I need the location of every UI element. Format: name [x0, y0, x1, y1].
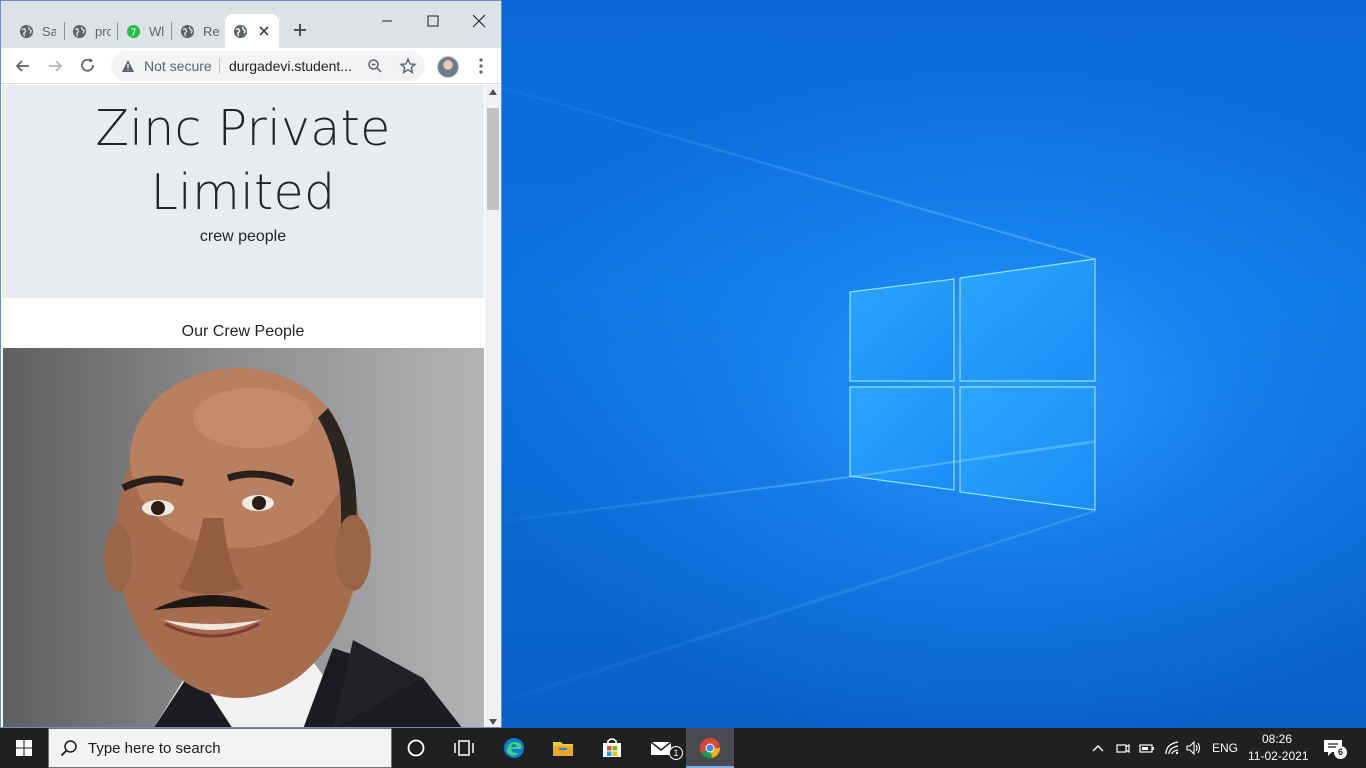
show-hidden-icons-icon[interactable] — [1090, 740, 1106, 756]
task-view-icon — [454, 740, 474, 756]
language-indicator[interactable]: ENG — [1212, 741, 1238, 755]
tab-1[interactable]: Sa — [4, 14, 56, 48]
clock-time[interactable]: 08:26 — [1262, 732, 1292, 746]
battery-icon[interactable] — [1139, 740, 1155, 756]
back-icon[interactable] — [13, 56, 33, 76]
tab-3[interactable]: 7 Wl — [111, 14, 167, 48]
minimize-icon[interactable] — [377, 11, 397, 31]
warning-icon[interactable] — [121, 59, 135, 73]
divider — [219, 58, 220, 74]
close-tab-icon[interactable] — [256, 23, 272, 39]
vertical-scrollbar[interactable] — [485, 85, 501, 727]
tab-strip: Sa pro 7 Wl Re — [1, 1, 501, 48]
zoom-icon[interactable] — [367, 58, 383, 74]
taskbar-search-box[interactable]: Type here to search — [48, 728, 392, 768]
profile-avatar[interactable] — [437, 56, 459, 78]
tab-title: Sa — [42, 23, 56, 39]
crew-member-photo — [3, 348, 484, 727]
task-view-button[interactable] — [440, 728, 488, 768]
windows-start-icon[interactable] — [0, 728, 48, 768]
tab-2[interactable]: pro — [57, 14, 111, 48]
new-tab-icon[interactable] — [292, 22, 308, 38]
cortana-icon — [407, 739, 425, 757]
meet-now-icon[interactable] — [1115, 740, 1131, 756]
bookmark-star-icon[interactable] — [399, 57, 417, 75]
file-explorer-button[interactable] — [539, 728, 587, 768]
url-text[interactable]: durgadevi.student... — [229, 58, 353, 74]
windows-taskbar: Type here to search 1 ENG 08:26 11-02-20… — [0, 728, 1366, 768]
mail-unread-badge: 1 — [669, 746, 683, 760]
chrome-window: Sa pro 7 Wl Re Not se — [0, 0, 502, 728]
wifi-icon[interactable] — [1164, 740, 1180, 756]
search-icon — [60, 740, 77, 757]
address-bar[interactable]: Not secure durgadevi.student... — [111, 51, 425, 81]
portrait-illustration — [104, 368, 462, 727]
close-window-icon[interactable] — [469, 11, 489, 31]
section-heading: Our Crew People — [181, 323, 305, 340]
maximize-icon[interactable] — [423, 11, 443, 31]
edge-button[interactable] — [490, 728, 538, 768]
tab-title: pro — [95, 23, 111, 39]
chrome-icon — [700, 738, 720, 759]
jumbotron: Zinc Private Limited crew people — [2, 85, 484, 298]
scroll-down-arrow-icon[interactable] — [489, 719, 497, 725]
search-placeholder: Type here to search — [88, 740, 221, 757]
cortana-button[interactable] — [392, 728, 440, 768]
globe-icon — [19, 24, 34, 38]
clock-date[interactable]: 11-02-2021 — [1248, 749, 1309, 763]
page-subtitle: crew people — [199, 228, 287, 245]
store-icon — [603, 738, 621, 757]
more-menu-icon[interactable] — [471, 56, 491, 76]
tab-title: Re — [203, 23, 220, 39]
globe-icon — [180, 24, 195, 38]
notification-count-badge: 6 — [1334, 746, 1347, 759]
reload-icon[interactable] — [78, 56, 98, 76]
tab-active[interactable] — [225, 14, 279, 48]
globe-icon — [233, 24, 248, 38]
microsoft-store-button[interactable] — [588, 728, 636, 768]
scroll-up-arrow-icon[interactable] — [489, 89, 497, 95]
chrome-taskbar-button[interactable] — [686, 728, 734, 768]
svg-text:7: 7 — [131, 27, 137, 38]
forward-icon[interactable] — [45, 56, 65, 76]
page-title: Zinc Private Limited — [95, 100, 391, 221]
volume-icon[interactable] — [1186, 740, 1202, 756]
folder-icon — [553, 742, 573, 756]
page-viewport: Zinc Private Limited crew people Our Cre… — [1, 85, 485, 727]
globe-icon — [72, 24, 87, 38]
browser-toolbar: Not secure durgadevi.student... — [1, 48, 501, 84]
edge-icon — [504, 738, 524, 758]
tab-4[interactable]: Re — [165, 14, 221, 48]
scroll-thumb[interactable] — [487, 108, 499, 210]
whatsapp-icon: 7 — [126, 24, 141, 38]
security-label[interactable]: Not secure — [144, 58, 212, 74]
